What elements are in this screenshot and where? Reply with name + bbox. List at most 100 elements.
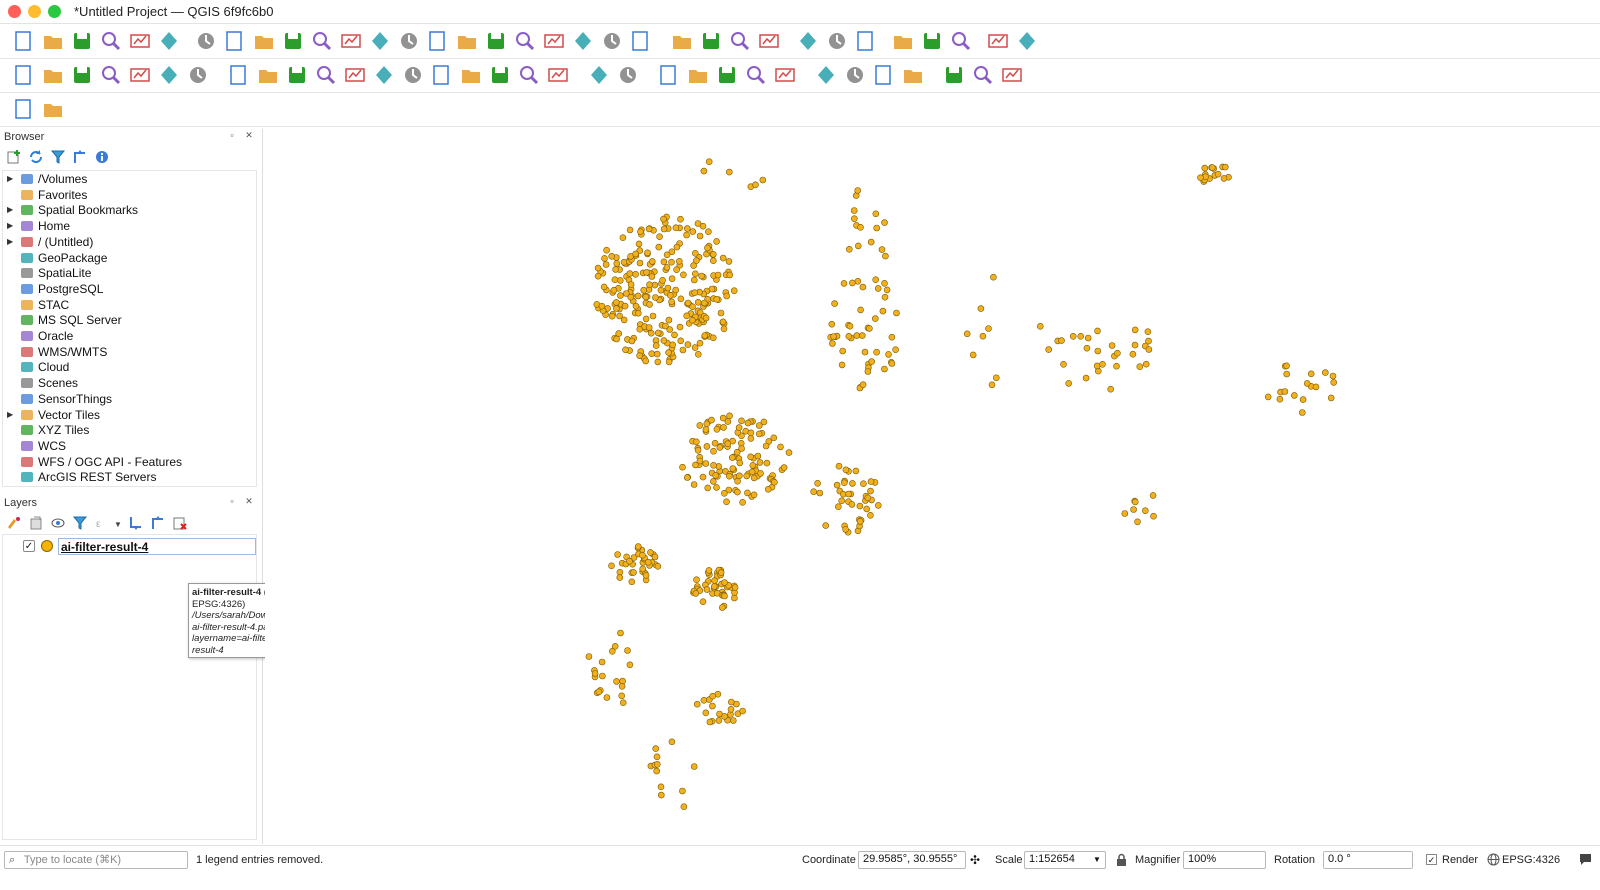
collapse-all-icon[interactable] (150, 515, 166, 531)
expand-arrow-icon[interactable]: ▶ (7, 205, 13, 214)
identify-icon[interactable] (796, 29, 820, 53)
layer-name-edit[interactable]: ai-filter-result-4 (58, 538, 256, 555)
expand-arrow-icon[interactable]: ▶ (7, 410, 13, 419)
browser-item[interactable]: ▶ / (Untitled) (3, 235, 253, 251)
new-project-icon[interactable] (12, 29, 36, 53)
browser-item[interactable]: SensorThings (3, 392, 253, 408)
filter-legend-icon[interactable] (72, 515, 88, 531)
open-project-icon[interactable] (41, 29, 65, 53)
browser-item[interactable]: PostgreSQL (3, 282, 253, 298)
rotate-label-icon[interactable] (744, 63, 768, 87)
new-shapefile-layer-icon[interactable] (70, 63, 94, 87)
save-layer-edits-icon[interactable] (285, 63, 309, 87)
statistical-summary-icon[interactable] (891, 29, 915, 53)
save-as-icon[interactable] (99, 29, 123, 53)
browser-item[interactable]: ▶ Spatial Bookmarks (3, 203, 253, 219)
browser-item[interactable]: WFS / OGC API - Features (3, 455, 253, 471)
digitize-line-icon[interactable] (314, 63, 338, 87)
pan-to-selection-icon[interactable] (223, 29, 247, 53)
map-canvas[interactable] (265, 129, 1600, 845)
new-geopackage-layer-icon[interactable] (41, 63, 65, 87)
select-by-location-icon[interactable] (757, 29, 781, 53)
pin-label-icon[interactable] (657, 63, 681, 87)
locator-search-field[interactable]: ⌕ Type to locate (⌘K) (4, 851, 188, 869)
current-edits-icon[interactable] (227, 63, 251, 87)
add-selected-layers-icon[interactable] (6, 149, 22, 165)
collapse-all-icon[interactable] (72, 149, 88, 165)
new-mesh-layer-icon[interactable] (157, 63, 181, 87)
metasearch-icon[interactable] (872, 63, 896, 87)
manage-visibility-icon[interactable] (50, 515, 66, 531)
chevron-down-icon[interactable]: ▼ (1093, 855, 1101, 864)
save-project-icon[interactable] (70, 29, 94, 53)
map-tips-icon[interactable] (986, 29, 1010, 53)
label-toolbar-icon[interactable] (587, 63, 611, 87)
open-attribute-table-icon[interactable] (825, 29, 849, 53)
georeferencer-icon[interactable] (942, 63, 966, 87)
browser-item[interactable]: Oracle (3, 329, 253, 345)
new-3d-map-view-icon[interactable] (513, 29, 537, 53)
select-dropdown-icon[interactable] (699, 29, 723, 53)
modify-attributes-icon[interactable] (372, 63, 396, 87)
messages-icon[interactable] (1578, 852, 1593, 866)
refresh-icon[interactable] (629, 29, 653, 53)
browser-item[interactable]: ▶ /Volumes (3, 172, 253, 188)
filter-icon[interactable] (50, 149, 66, 165)
copy-features-icon[interactable] (459, 63, 483, 87)
zoom-to-layer-icon[interactable] (368, 29, 392, 53)
layer-row[interactable]: ✓ ai-filter-result-4 (3, 538, 256, 555)
deselect-icon[interactable] (728, 29, 752, 53)
cut-features-icon[interactable] (430, 63, 454, 87)
browser-item[interactable]: GeoPackage (3, 251, 253, 267)
browser-item[interactable]: ArcGIS REST Servers (3, 470, 253, 486)
zoom-out-icon[interactable] (281, 29, 305, 53)
refresh-icon[interactable] (28, 149, 44, 165)
temporal-controller-icon[interactable] (600, 29, 624, 53)
coordinate-field[interactable]: 29.9585°, 30.9555° (858, 851, 966, 869)
label-preview-icon[interactable] (843, 63, 867, 87)
magnifier-field[interactable]: 100% (1183, 851, 1266, 869)
vertex-tool-icon[interactable] (343, 63, 367, 87)
browser-item[interactable]: Scenes (3, 376, 253, 392)
data-source-manager-icon[interactable] (12, 63, 36, 87)
close-panel-button[interactable]: ✕ (244, 130, 254, 140)
select-features-icon[interactable] (670, 29, 694, 53)
attribute-table-icon[interactable] (920, 29, 944, 53)
measure-icon[interactable] (949, 29, 973, 53)
pan-hand-icon[interactable] (194, 29, 218, 53)
browser-item[interactable]: MS SQL Server (3, 313, 253, 329)
expand-arrow-icon[interactable]: ▶ (7, 174, 13, 183)
quick-osm-icon[interactable] (12, 97, 36, 121)
expand-arrow-icon[interactable]: ▶ (7, 237, 13, 246)
style-manager-icon[interactable] (157, 29, 181, 53)
undock-panel-button[interactable]: ▫ (227, 496, 237, 506)
zoom-in-icon[interactable] (252, 29, 276, 53)
close-panel-button[interactable]: ✕ (244, 496, 254, 506)
expand-arrow-icon[interactable]: ▶ (7, 221, 13, 230)
toggle-extents-icon[interactable]: ✣ (970, 853, 984, 867)
diagram-toolbar-icon[interactable] (616, 63, 640, 87)
metasearch-2-icon[interactable] (901, 63, 925, 87)
delete-selected-icon[interactable] (401, 63, 425, 87)
help-contents-icon[interactable] (1000, 63, 1024, 87)
crs-globe-icon[interactable] (1487, 853, 1500, 866)
filter-expression-icon[interactable]: ε (94, 515, 110, 531)
add-group-icon[interactable] (28, 515, 44, 531)
plugin-tool-icon[interactable] (41, 97, 65, 121)
browser-item[interactable]: ▶ Vector Tiles (3, 408, 253, 424)
expand-all-icon[interactable] (128, 515, 144, 531)
layer-visibility-checkbox[interactable]: ✓ (23, 540, 35, 552)
new-spatialite-layer-icon[interactable] (99, 63, 123, 87)
paste-features-icon[interactable] (488, 63, 512, 87)
browser-item[interactable]: ▶ Home (3, 219, 253, 235)
show-labels-icon[interactable] (686, 63, 710, 87)
show-bookmarks-icon[interactable] (571, 29, 595, 53)
info-icon[interactable] (94, 149, 110, 165)
zoom-window-button[interactable] (48, 5, 61, 18)
processing-toolbox-icon[interactable] (854, 29, 878, 53)
browser-item[interactable]: XYZ Tiles (3, 423, 253, 439)
python-console-icon[interactable] (971, 63, 995, 87)
change-label-icon[interactable] (773, 63, 797, 87)
zoom-next-icon[interactable] (455, 29, 479, 53)
close-window-button[interactable] (8, 5, 21, 18)
